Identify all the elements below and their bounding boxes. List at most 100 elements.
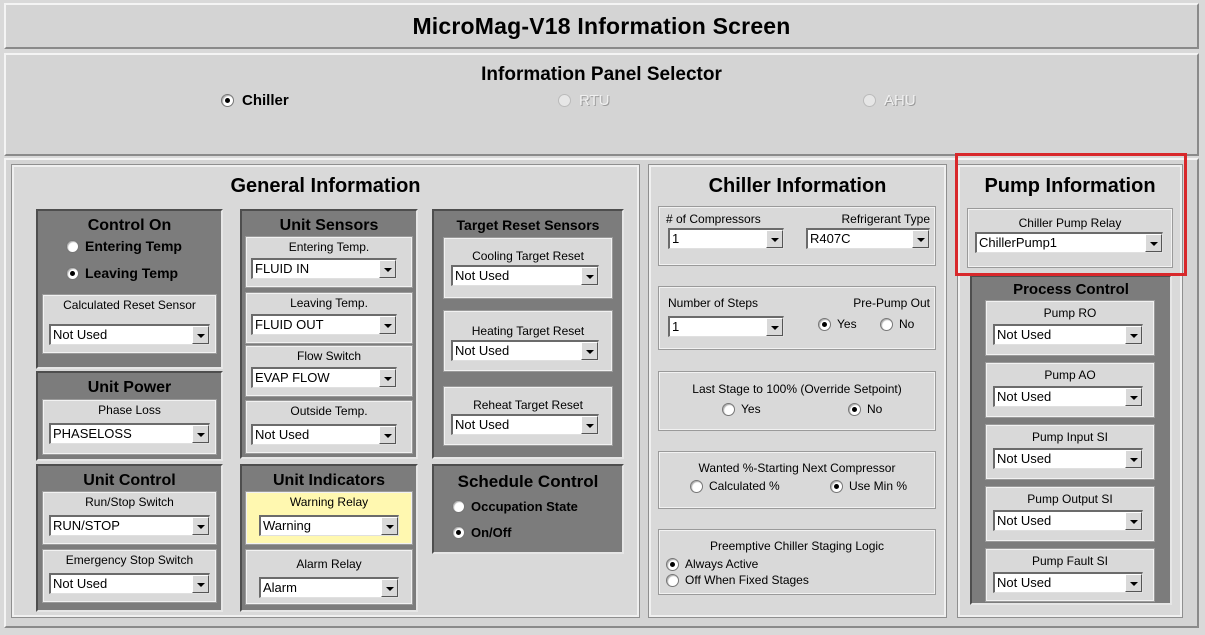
radio-use-min-percent[interactable]: Use Min %	[830, 479, 907, 493]
information-panel-selector: Information Panel Selector Chiller RTU A…	[4, 53, 1199, 156]
last-stage-field: Last Stage to 100% (Override Setpoint) Y…	[659, 372, 935, 430]
entering-temp-dropdown[interactable]: FLUID IN	[251, 258, 397, 279]
radio-button-icon[interactable]	[722, 402, 735, 416]
chevron-down-icon[interactable]	[192, 425, 209, 443]
chevron-down-icon[interactable]	[379, 316, 396, 334]
pump-output-si-dropdown[interactable]: Not Used	[993, 510, 1143, 531]
chevron-down-icon[interactable]	[912, 230, 929, 248]
radio-button-icon[interactable]	[848, 402, 861, 416]
chevron-down-icon[interactable]	[581, 342, 598, 360]
chevron-down-icon[interactable]	[381, 579, 398, 597]
radio-calculated-percent[interactable]: Calculated %	[690, 479, 780, 493]
warning-relay-dropdown[interactable]: Warning	[259, 515, 399, 536]
field-label: Pump Input SI	[1031, 430, 1109, 444]
chevron-down-icon[interactable]	[379, 369, 396, 387]
refrigerant-dropdown[interactable]: R407C	[806, 228, 930, 249]
field-label: Pump RO	[1043, 306, 1097, 320]
radio-button-icon[interactable]	[690, 479, 703, 493]
radio-button-icon[interactable]	[66, 266, 79, 280]
run-stop-switch-dropdown[interactable]: RUN/STOP	[49, 515, 210, 536]
pump-ao-dropdown[interactable]: Not Used	[993, 386, 1143, 407]
unit-control-box: Unit Control Run/Stop Switch RUN/STOP Em…	[36, 464, 223, 612]
chevron-down-icon[interactable]	[581, 267, 598, 285]
steps-dropdown[interactable]: 1	[668, 316, 784, 337]
dropdown-value: Not Used	[255, 427, 310, 442]
pump-fault-si-field: Pump Fault SI Not Used	[986, 549, 1154, 601]
reheat-target-reset-dropdown[interactable]: Not Used	[451, 414, 599, 435]
flow-switch-dropdown[interactable]: EVAP FLOW	[251, 367, 397, 388]
radio-prepump-no[interactable]: No	[880, 317, 914, 331]
radio-button-icon[interactable]	[830, 479, 843, 493]
field-label: Pump AO	[1044, 368, 1096, 382]
field-label: Warning Relay	[289, 495, 369, 509]
heating-target-reset-dropdown[interactable]: Not Used	[451, 340, 599, 361]
radio-prepump-yes[interactable]: Yes	[818, 317, 857, 331]
chevron-down-icon[interactable]	[379, 260, 396, 278]
radio-button-icon[interactable]	[666, 557, 679, 571]
flow-switch-field: Flow Switch EVAP FLOW	[246, 346, 412, 396]
chevron-down-icon[interactable]	[1125, 450, 1142, 468]
alarm-relay-field: Alarm Relay Alarm	[246, 550, 412, 604]
chevron-down-icon[interactable]	[192, 326, 209, 344]
pump-input-si-dropdown[interactable]: Not Used	[993, 448, 1143, 469]
radio-on-off[interactable]: On/Off	[452, 525, 511, 540]
calculated-reset-sensor-dropdown[interactable]: Not Used	[49, 324, 210, 345]
radio-button-icon[interactable]	[66, 239, 79, 253]
radio-calculated-percent-label: Calculated %	[709, 479, 780, 493]
cooling-target-reset-dropdown[interactable]: Not Used	[451, 265, 599, 286]
unit-indicators-title: Unit Indicators	[272, 472, 385, 489]
annotation-highlight-box	[955, 153, 1187, 276]
radio-button-icon[interactable]	[452, 526, 465, 539]
outside-temp-dropdown[interactable]: Not Used	[251, 424, 397, 445]
radio-entering-temp-label: Entering Temp	[85, 238, 182, 254]
field-label: Emergency Stop Switch	[65, 553, 194, 567]
chevron-down-icon[interactable]	[766, 230, 783, 248]
radio-button-icon[interactable]	[221, 94, 234, 107]
radio-button-icon[interactable]	[863, 94, 876, 107]
radio-button-icon[interactable]	[818, 317, 831, 331]
chevron-down-icon[interactable]	[1125, 388, 1142, 406]
compressors-label: # of Compressors	[666, 212, 761, 226]
chevron-down-icon[interactable]	[1125, 512, 1142, 530]
leaving-temp-dropdown[interactable]: FLUID OUT	[251, 314, 397, 335]
compressors-dropdown[interactable]: 1	[668, 228, 784, 249]
chevron-down-icon[interactable]	[766, 318, 783, 336]
alarm-relay-dropdown[interactable]: Alarm	[259, 577, 399, 598]
radio-chiller[interactable]: Chiller	[221, 92, 289, 109]
radio-leaving-temp[interactable]: Leaving Temp	[66, 265, 178, 281]
phase-loss-field: Phase Loss PHASELOSS	[43, 400, 216, 454]
radio-button-icon[interactable]	[558, 94, 571, 107]
dropdown-value: PHASELOSS	[53, 426, 132, 441]
cooling-target-reset-field: Cooling Target Reset Not Used	[444, 238, 612, 298]
chevron-down-icon[interactable]	[1125, 326, 1142, 344]
radio-always-active[interactable]: Always Active	[666, 557, 758, 571]
emergency-stop-switch-dropdown[interactable]: Not Used	[49, 573, 210, 594]
radio-entering-temp[interactable]: Entering Temp	[66, 238, 182, 254]
chevron-down-icon[interactable]	[1125, 574, 1142, 592]
chevron-down-icon[interactable]	[381, 517, 398, 535]
dropdown-value: R407C	[810, 231, 851, 246]
chevron-down-icon[interactable]	[192, 517, 209, 535]
radio-rtu[interactable]: RTU	[558, 92, 610, 109]
radio-occupation-state[interactable]: Occupation State	[452, 499, 578, 514]
selector-title: Information Panel Selector	[481, 64, 722, 85]
chevron-down-icon[interactable]	[192, 575, 209, 593]
radio-off-when-fixed[interactable]: Off When Fixed Stages	[666, 573, 809, 587]
phase-loss-dropdown[interactable]: PHASELOSS	[49, 423, 210, 444]
chevron-down-icon[interactable]	[379, 426, 396, 444]
radio-last-stage-no[interactable]: No	[848, 402, 882, 416]
radio-button-icon[interactable]	[880, 317, 893, 331]
process-control-title: Process Control	[1013, 281, 1129, 298]
warning-relay-field: Warning Relay Warning	[246, 492, 412, 544]
radio-ahu[interactable]: AHU	[863, 92, 916, 109]
field-label: Run/Stop Switch	[85, 495, 174, 509]
chevron-down-icon[interactable]	[581, 416, 598, 434]
radio-last-stage-yes[interactable]: Yes	[722, 402, 761, 416]
pump-ro-dropdown[interactable]: Not Used	[993, 324, 1143, 345]
dropdown-value: FLUID IN	[255, 261, 310, 276]
radio-button-icon[interactable]	[666, 573, 679, 587]
field-label: Phase Loss	[98, 403, 161, 417]
pump-fault-si-dropdown[interactable]: Not Used	[993, 572, 1143, 593]
refrigerant-label: Refrigerant Type	[841, 212, 931, 226]
radio-button-icon[interactable]	[452, 500, 465, 513]
